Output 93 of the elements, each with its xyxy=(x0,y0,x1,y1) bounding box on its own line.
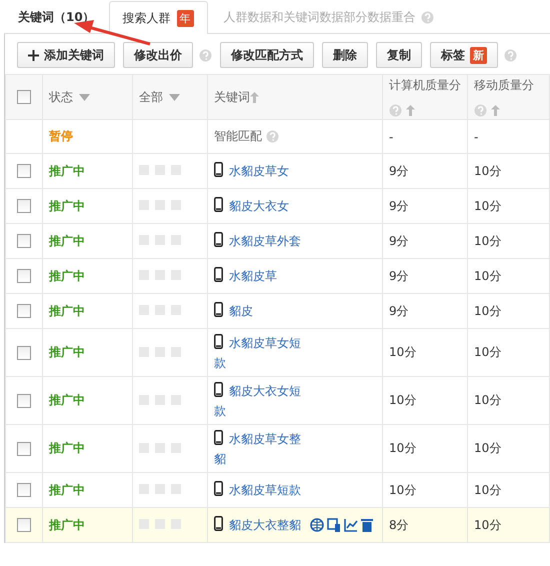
table-row[interactable]: 推广中 貂皮 9分 10分 xyxy=(6,294,550,328)
row-checkbox[interactable] xyxy=(17,304,31,318)
status-text: 推广中 xyxy=(49,304,85,318)
phone-icon xyxy=(214,302,223,317)
status-text: 推广中 xyxy=(49,234,85,248)
dropdown-caret-icon[interactable] xyxy=(169,94,180,101)
table-cell: - xyxy=(389,130,394,144)
trash-icon[interactable] xyxy=(361,518,373,532)
phone-icon xyxy=(214,334,223,348)
table-cell: 10分 xyxy=(389,393,416,407)
table-cell: 10分 xyxy=(474,164,502,178)
table-cell: 10分 xyxy=(474,393,502,407)
row-checkbox[interactable] xyxy=(17,442,31,456)
row-checkbox[interactable] xyxy=(17,164,31,178)
sort-arrow-icon[interactable] xyxy=(406,104,415,116)
toolbar-button[interactable]: 修改出价 xyxy=(123,42,193,68)
keyword-text: 智能匹配 xyxy=(214,128,262,145)
phone-icon xyxy=(214,232,223,247)
help-icon[interactable] xyxy=(389,104,402,117)
table-cell: - xyxy=(474,130,478,144)
table-cell: 10分 xyxy=(474,234,502,248)
table-cell: 10分 xyxy=(474,345,502,359)
dropdown-caret-icon[interactable] xyxy=(79,94,90,101)
phone-icon xyxy=(214,481,223,496)
help-icon[interactable] xyxy=(474,104,487,117)
status-text: 推广中 xyxy=(49,441,85,455)
table-cell: 9分 xyxy=(389,304,409,318)
toolbar-button[interactable]: 删除 xyxy=(322,42,368,68)
select-all-checkbox[interactable] xyxy=(17,90,31,104)
table-cell: 10分 xyxy=(389,482,416,496)
status-text: 推广中 xyxy=(49,518,85,532)
status-text: 推广中 xyxy=(49,345,85,359)
phone-icon xyxy=(214,430,223,444)
table-row[interactable]: 推广中 貂皮大衣整貂 8分 10分 xyxy=(6,508,550,542)
table-cell: 10分 xyxy=(474,268,502,282)
device-icon[interactable] xyxy=(327,518,341,532)
table-cell: 10分 xyxy=(474,518,502,532)
row-checkbox[interactable] xyxy=(17,394,31,408)
phone-icon xyxy=(214,382,223,396)
help-icon[interactable] xyxy=(504,48,517,62)
table-row[interactable]: 推广中 水貂皮草外套 9分 10分 xyxy=(6,224,550,258)
phone-icon xyxy=(214,516,223,531)
table-cell: 9分 xyxy=(389,198,409,212)
new-badge: 新 xyxy=(470,46,487,64)
table-row[interactable]: 推广中 水貂皮草女整貂 10分 10分 xyxy=(6,424,550,472)
table-row[interactable]: 推广中 水貂皮草 9分 10分 xyxy=(6,258,550,294)
row-checkbox[interactable] xyxy=(17,483,31,498)
chart-icon[interactable] xyxy=(344,518,358,532)
tab[interactable]: 搜索人群 年 xyxy=(108,1,208,34)
toolbar-button[interactable]: 标签 新 xyxy=(430,42,498,68)
column-header[interactable]: 状态 xyxy=(49,90,73,104)
sort-arrow-icon[interactable] xyxy=(490,104,500,116)
table-cell: 9分 xyxy=(389,234,409,248)
table-cell: 10分 xyxy=(389,345,416,359)
status-text: 推广中 xyxy=(49,268,85,282)
table-row[interactable]: 推广中 水貂皮草女 9分 10分 xyxy=(6,154,550,188)
phone-icon xyxy=(214,267,223,282)
help-icon[interactable] xyxy=(199,48,212,62)
sort-arrow-icon[interactable] xyxy=(250,92,259,103)
plus-icon xyxy=(28,50,39,60)
toolbar-button[interactable]: 修改匹配方式 xyxy=(220,42,314,68)
table-cell: 9分 xyxy=(389,268,409,282)
row-checkbox[interactable] xyxy=(17,269,31,284)
row-checkbox[interactable] xyxy=(17,518,31,532)
status-text: 推广中 xyxy=(49,482,85,496)
row-checkbox[interactable] xyxy=(17,234,31,248)
globe-icon[interactable] xyxy=(310,518,324,532)
table-row[interactable]: 推广中 貂皮大衣女短款 10分 10分 xyxy=(6,376,550,424)
tab-note: 人群数据和关键词数据部分数据重合 xyxy=(224,8,416,26)
help-icon[interactable] xyxy=(420,10,434,24)
table-cell: 10分 xyxy=(474,304,502,318)
column-header[interactable]: 关键词 xyxy=(214,90,250,104)
table-cell: 8分 xyxy=(389,518,409,532)
table-cell: 9分 xyxy=(389,164,409,178)
year-badge: 年 xyxy=(176,10,194,26)
help-icon[interactable] xyxy=(266,130,279,143)
table-cell: 10分 xyxy=(389,441,416,455)
table-row[interactable]: 推广中 水貂皮草女短款 10分 10分 xyxy=(6,328,550,376)
row-checkbox[interactable] xyxy=(17,346,31,360)
status-text: 推广中 xyxy=(49,393,85,407)
status-text: 推广中 xyxy=(49,198,85,212)
phone-icon xyxy=(214,162,223,177)
phone-icon xyxy=(214,197,223,212)
toolbar-button[interactable]: 复制 xyxy=(376,42,422,68)
table-cell: 10分 xyxy=(474,198,502,212)
status-text: 推广中 xyxy=(49,164,85,178)
toolbar-button[interactable]: 添加关键词 xyxy=(17,42,115,68)
row-checkbox[interactable] xyxy=(17,199,31,214)
status-text: 暂停 xyxy=(49,129,73,143)
column-header[interactable]: 全部 xyxy=(139,90,163,104)
table-cell: 10分 xyxy=(474,441,502,455)
table-cell: 10分 xyxy=(474,482,502,496)
table-row[interactable]: 推广中 貂皮大衣女 9分 10分 xyxy=(6,188,550,224)
